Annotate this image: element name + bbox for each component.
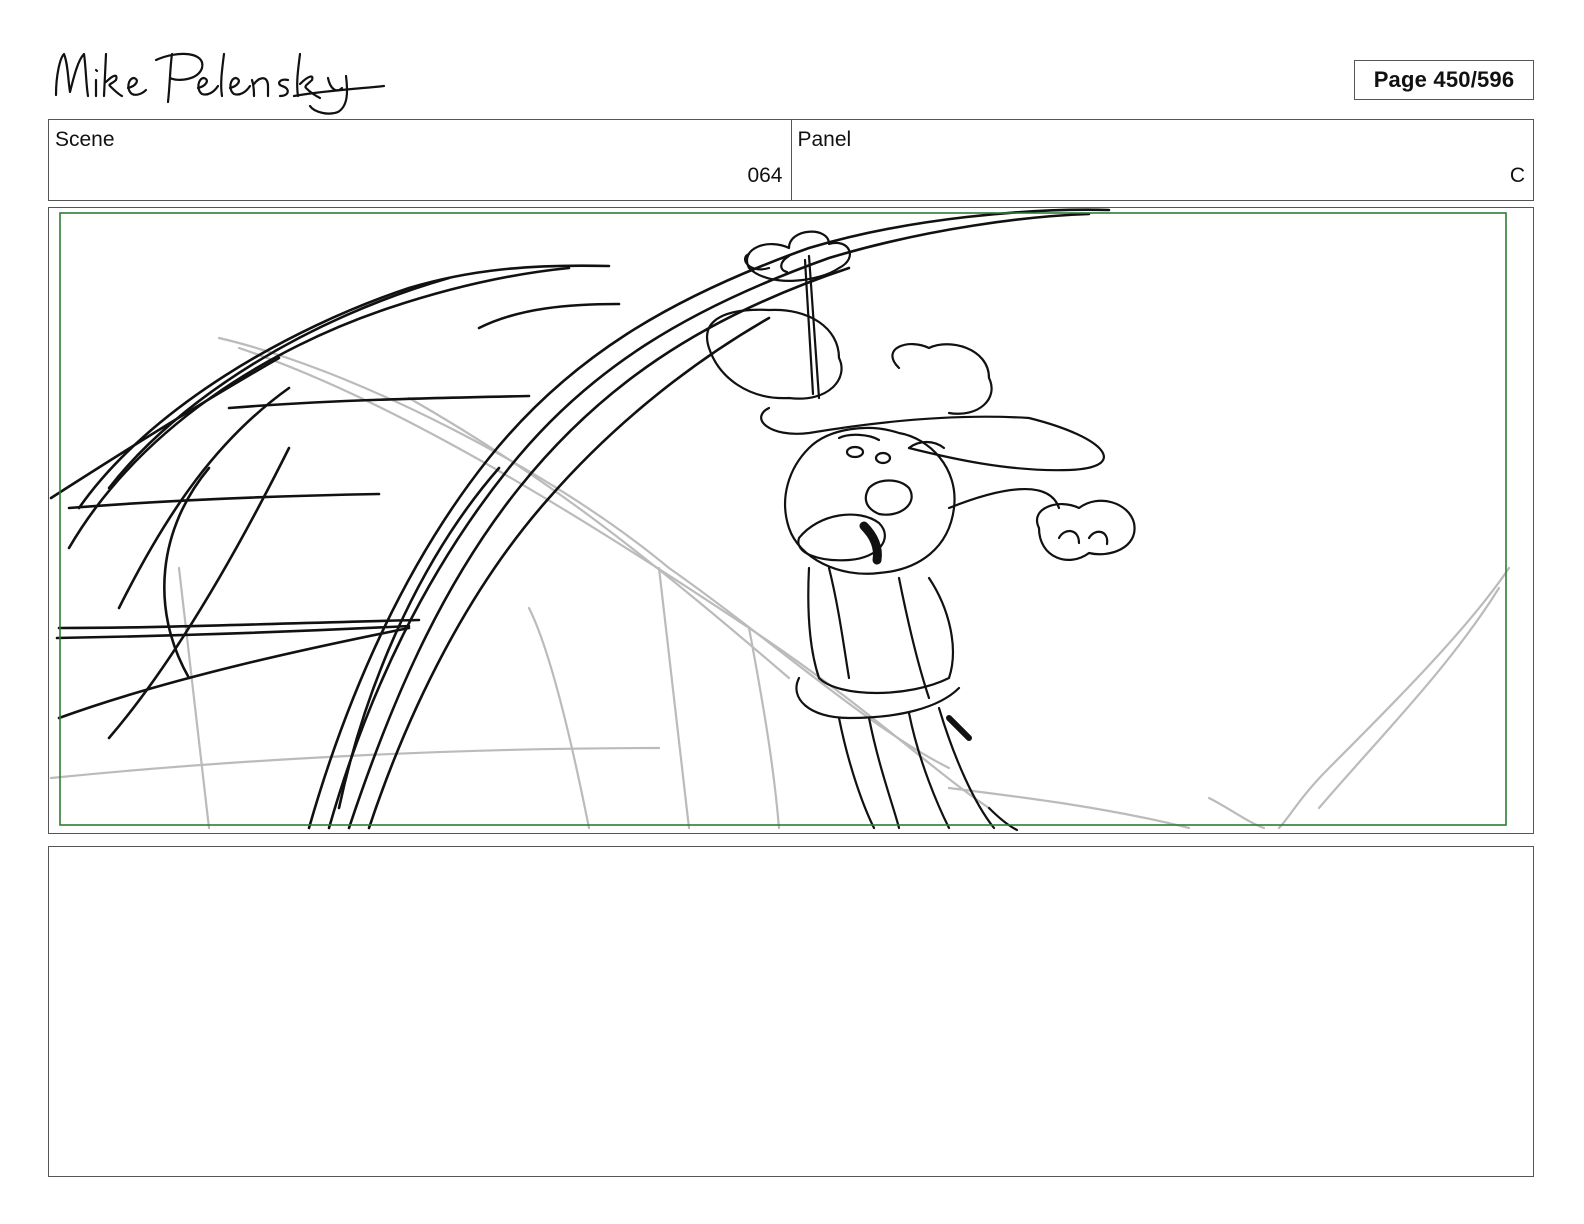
panel-label: Panel <box>797 128 852 151</box>
storyboard-panel <box>48 207 1534 834</box>
page-counter: Page 450/596 <box>1354 60 1534 100</box>
scene-cell: Scene 064 <box>49 120 791 200</box>
panel-cell: Panel C <box>790 120 1534 200</box>
artist-signature <box>48 40 388 120</box>
signature-drawing <box>54 52 386 115</box>
background-sketch-lines <box>49 336 1511 830</box>
character-sketch <box>706 230 1136 832</box>
panel-value: C <box>1509 164 1525 187</box>
scene-value: 064 <box>747 164 783 187</box>
page-counter-label: Page 450/596 <box>1373 67 1515 92</box>
safe-area-frame <box>59 212 1507 826</box>
notes-box[interactable] <box>48 846 1534 1177</box>
scene-label: Scene <box>55 128 115 151</box>
storyboard-sketch <box>49 208 1511 832</box>
scene-panel-info: Scene 064 Panel C <box>48 119 1534 201</box>
